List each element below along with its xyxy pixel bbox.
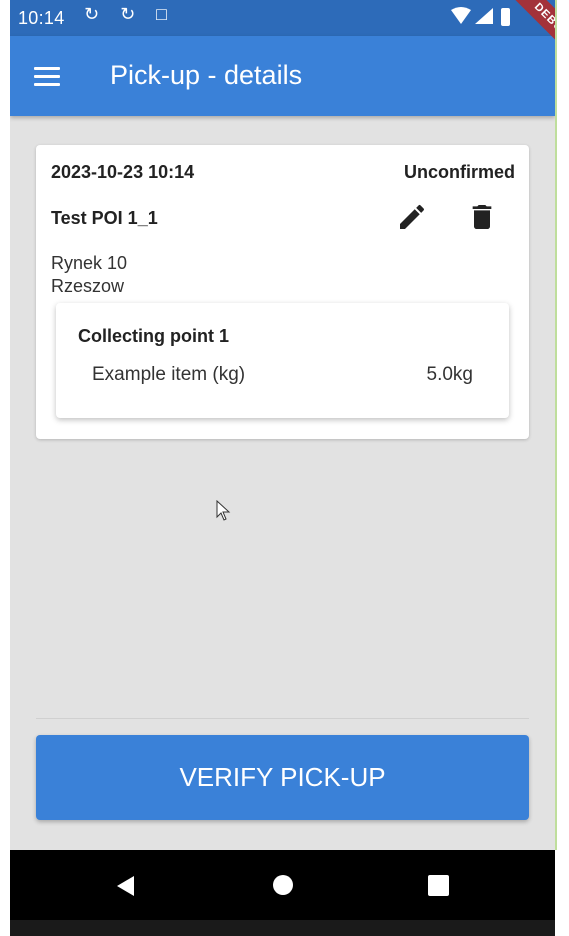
item-name: Example item (kg): [92, 364, 246, 385]
poi-name: Test POI 1_1: [51, 208, 158, 228]
item-weight: 5.0kg: [426, 364, 473, 385]
divider: [36, 718, 529, 719]
trash-icon: [472, 205, 492, 229]
page-title: Pick-up - details: [110, 60, 303, 90]
home-icon[interactable]: [273, 875, 293, 895]
app-bar: Pick-up - details: [10, 36, 555, 116]
pickup-card: 2023-10-23 10:14 Unconfirmed Test POI 1_…: [36, 145, 529, 439]
status-time: 10:14: [18, 8, 65, 28]
pencil-icon: [400, 204, 425, 229]
address-line-2: Rzeszow: [51, 276, 125, 296]
delete-button[interactable]: [466, 201, 498, 233]
sync-icons: ↻ ↻ □: [84, 4, 176, 24]
address-line-1: Rynek 10: [51, 253, 128, 273]
collecting-point-title: Collecting point 1: [78, 326, 229, 346]
bottom-strip: [10, 920, 555, 936]
pickup-date: 2023-10-23 10:14: [51, 162, 195, 182]
status-bar: 10:14 ↻ ↻ □: [10, 0, 555, 36]
screen-edge-line: [555, 0, 557, 850]
verify-pickup-button[interactable]: VERIFY PICK-UP: [36, 735, 529, 820]
android-nav-bar: [10, 850, 555, 920]
mouse-cursor-icon: [216, 499, 232, 527]
wifi-signal-battery-icon: [451, 7, 510, 26]
phone-screen: 10:14 ↻ ↻ □ Pick-up - details DEBUG 2023…: [10, 0, 555, 936]
hamburger-menu-icon[interactable]: [34, 67, 60, 87]
signal-battery-icons: [449, 6, 519, 35]
status-badge: Unconfirmed: [403, 162, 515, 182]
collecting-point-card: Collecting point 1 Example item (kg) 5.0…: [56, 303, 509, 418]
screen-edge: [555, 0, 569, 936]
edit-button[interactable]: [396, 201, 428, 233]
recent-apps-icon[interactable]: [428, 875, 449, 896]
back-icon[interactable]: [114, 875, 136, 902]
